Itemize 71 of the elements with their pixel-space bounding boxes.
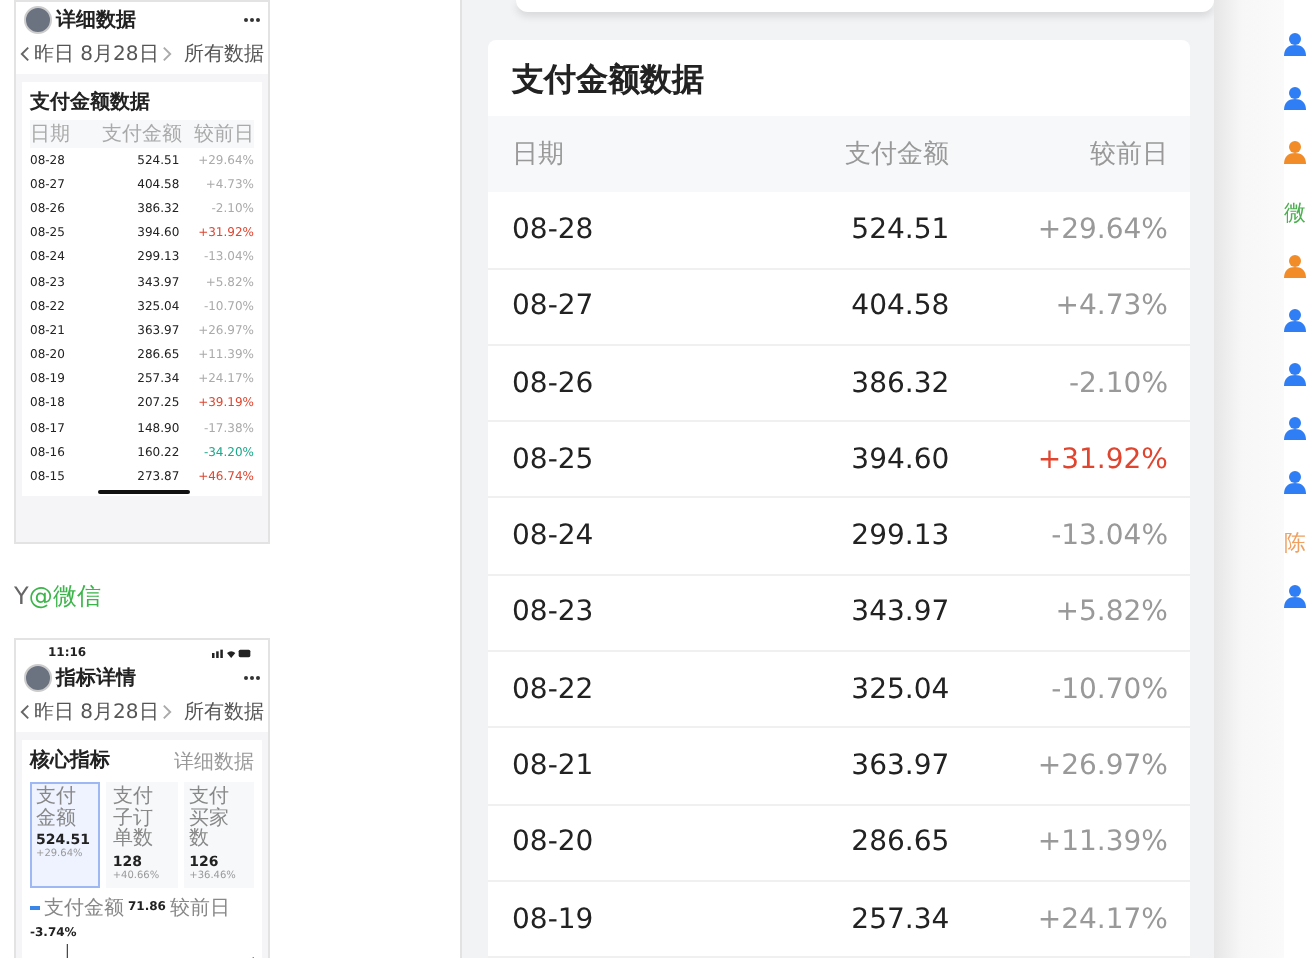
- amount-cell-text: 299.13: [849, 520, 950, 553]
- metric-label: 支付子订单数: [112, 788, 155, 851]
- amount-cell-text: 363.97: [849, 750, 950, 783]
- metric-label: 支付金额: [36, 788, 78, 830]
- legend-label: 较前日: [169, 895, 230, 921]
- source-label: Y@微信: [14, 580, 103, 614]
- amount-cell-text: 394.60: [849, 443, 950, 476]
- change-cell-text: +5.82%: [1053, 596, 1168, 629]
- avatar-icon: [24, 664, 52, 692]
- date-label: 昨日 8月28日: [34, 700, 159, 726]
- person-icon[interactable]: [1284, 32, 1306, 56]
- amount-cell-text: 343.97: [849, 596, 950, 629]
- amount-cell-text: 286.65: [849, 826, 950, 859]
- card-title: 支付金额数据: [30, 88, 152, 118]
- status-icons: [212, 648, 252, 658]
- amount-cell-text: 404.58: [849, 290, 950, 323]
- person-icon[interactable]: [1284, 86, 1306, 110]
- person-icon[interactable]: [1284, 362, 1306, 386]
- amount-cell-text: 257.34: [849, 903, 950, 936]
- metric-label: 支付买家数: [189, 788, 232, 851]
- date-cell-text: 08-23: [512, 596, 596, 629]
- change-cell-text: +31.92%: [1035, 443, 1168, 476]
- forward-icon[interactable]: [162, 46, 173, 62]
- change-cell-text: -13.04%: [1049, 520, 1168, 553]
- column-header: 较前日: [192, 121, 254, 148]
- filter-dropdown[interactable]: 所有数据: [184, 698, 264, 726]
- person-icon[interactable]: [1284, 584, 1306, 608]
- column-header: 支付金额: [843, 138, 950, 173]
- home-indicator: [98, 489, 190, 494]
- change-cell-text: +4.73%: [1053, 290, 1168, 323]
- person-icon[interactable]: [1284, 254, 1306, 278]
- date-cell-text: 08-19: [512, 903, 596, 936]
- person-icon[interactable]: [1284, 140, 1306, 164]
- column-header: 支付金额: [102, 121, 182, 148]
- person-icon[interactable]: [1284, 308, 1306, 332]
- forward-icon[interactable]: [162, 704, 173, 720]
- change-cell-text: -10.70%: [1049, 673, 1168, 706]
- change-cell-text: +24.17%: [1035, 903, 1168, 936]
- date-cell-text: 08-28: [512, 213, 596, 246]
- filter-dropdown[interactable]: 所有数据: [184, 40, 264, 68]
- column-header: 日期: [30, 121, 72, 148]
- amount-cell-text: 524.51: [849, 213, 950, 246]
- date-cell-text: 08-25: [512, 443, 596, 476]
- change-cell-text: +29.64%: [1035, 213, 1168, 246]
- column-header: 较前日: [1088, 138, 1168, 173]
- date-cell-text: 08-26: [512, 367, 596, 400]
- date-cell-text: 08-20: [512, 826, 596, 859]
- card-title: 核心指标: [30, 746, 110, 776]
- card-title: 支付金额数据: [510, 58, 706, 102]
- date-cell-text: 08-22: [512, 673, 596, 706]
- back-icon[interactable]: [20, 704, 30, 720]
- change-cell-text: +11.39%: [1035, 826, 1168, 859]
- person-icon[interactable]: [1284, 416, 1306, 440]
- column-header: 日期: [512, 138, 566, 173]
- avatar-icon: [24, 6, 52, 34]
- change-cell-text: -2.10%: [1066, 367, 1168, 400]
- group-label: 陈: [1284, 532, 1306, 556]
- legend-label: 支付金额: [44, 895, 124, 921]
- person-icon[interactable]: [1284, 470, 1306, 494]
- change-cell-text: +26.97%: [1035, 750, 1168, 783]
- date-cell-text: 08-21: [512, 750, 596, 783]
- group-label: 微: [1284, 202, 1306, 226]
- screen-title: 指标详情: [56, 664, 138, 692]
- back-icon[interactable]: [20, 46, 30, 62]
- screen-title: 详细数据: [56, 6, 138, 34]
- amount-cell-text: 386.32: [849, 367, 950, 400]
- date-label: 昨日 8月28日: [34, 42, 159, 68]
- date-cell-text: 08-24: [512, 520, 596, 553]
- date-cell-text: 08-27: [512, 290, 596, 323]
- legend-marker: [30, 905, 40, 909]
- amount-cell-text: 325.04: [849, 673, 950, 706]
